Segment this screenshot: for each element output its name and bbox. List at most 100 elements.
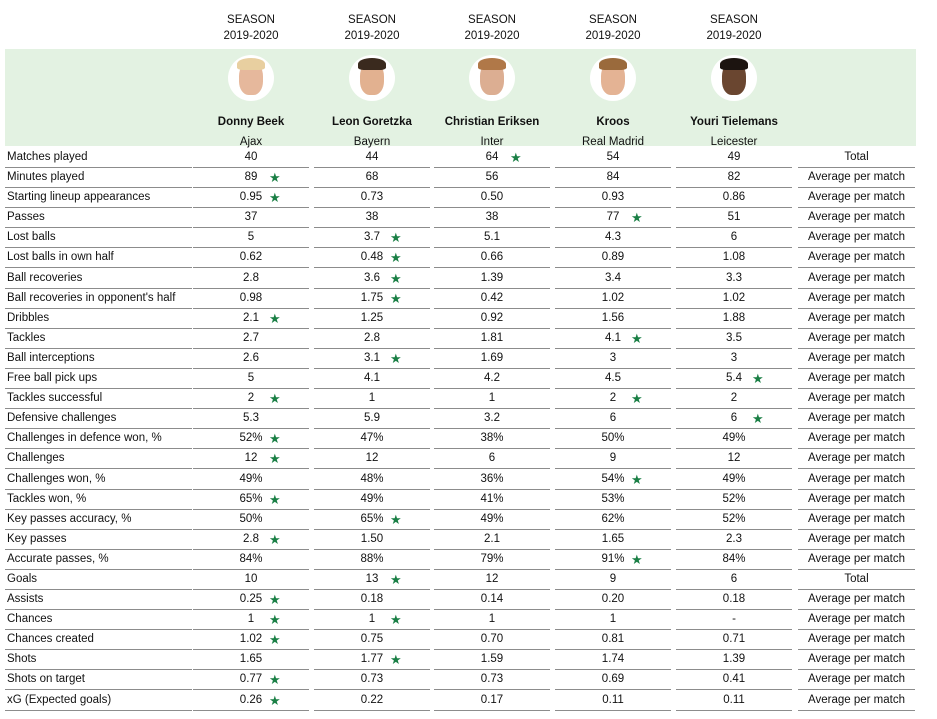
stat-value: 1 — [488, 392, 496, 405]
best-star-icon: ★ — [269, 391, 281, 407]
stat-value: 88% — [360, 552, 384, 565]
stat-value-cell: 13 ★ — [314, 570, 430, 590]
stat-value-cell: 1.39 — [676, 650, 792, 671]
stat-value-cell: 2.1 ★ — [193, 309, 309, 329]
stat-value: 1.77 — [360, 653, 384, 666]
stat-value: 4.3 — [605, 231, 621, 244]
stat-value: 0.81 — [601, 633, 625, 646]
stat-value: 10 — [244, 572, 258, 585]
player-header: Kroos Real Madrid — [558, 49, 668, 150]
stat-value: 2.6 — [243, 351, 259, 364]
stat-value-cell: 1.25 — [314, 309, 430, 329]
stat-value-cell: 1 ★ — [193, 610, 309, 631]
stat-value-cell: 9 — [555, 570, 671, 590]
stat-value-cell: 50% — [555, 429, 671, 450]
stat-value-cell: 49% — [193, 470, 309, 490]
stat-value-cell: 49% — [676, 429, 792, 450]
player-header-band: Donny Beek Ajax Leon Goretzka Bayern Christi… — [5, 49, 916, 148]
table-row: Matches played 40 44 64 ★ 54 49 Total — [5, 148, 916, 168]
season-title: SEASON — [348, 14, 396, 26]
stat-value: 54% — [601, 472, 625, 485]
stat-value-cell: 0.50 — [434, 188, 550, 209]
stat-value-cell: 36% — [434, 470, 550, 490]
stat-label: Starting lineup appearances — [5, 188, 192, 209]
stat-value: 6 — [488, 452, 496, 465]
stat-value-cell: 6 — [676, 570, 792, 590]
stat-value-cell: 1.39 — [434, 269, 550, 289]
stat-value-cell: 2 — [676, 389, 792, 410]
stat-value-cell: 5.9 — [314, 409, 430, 430]
stat-type: Average per match — [798, 691, 915, 711]
stat-value: 3.2 — [484, 412, 500, 425]
stat-value-cell: 4.2 — [434, 369, 550, 390]
stat-value-cell: 1.74 — [555, 650, 671, 671]
stat-label: Assists — [5, 590, 192, 611]
stat-label: Passes — [5, 208, 192, 229]
stat-value-cell: 0.62 — [193, 248, 309, 269]
stat-value-cell: 6 — [676, 228, 792, 249]
stat-value: 0.73 — [480, 673, 504, 686]
stat-value-cell: 9 — [555, 449, 671, 470]
stat-value: 38 — [365, 211, 379, 224]
stat-value: 2.8 — [243, 271, 259, 284]
stat-value: 0.18 — [722, 593, 746, 606]
table-row: Challenges in defence won, % 52% ★ 47% 38% 50… — [5, 429, 916, 450]
stat-value: 12 — [244, 452, 258, 465]
stat-value: 79% — [480, 552, 504, 565]
stat-value: 77 — [606, 211, 620, 224]
stat-value: 1 — [609, 613, 617, 626]
stat-value: 48% — [360, 472, 384, 485]
stat-value: 50% — [601, 432, 625, 445]
stat-label: Shots — [5, 650, 192, 671]
table-row: Goals 10 13 ★ 12 9 6 Total — [5, 570, 916, 590]
stat-value: 49 — [727, 151, 741, 163]
stat-value: 5 — [247, 372, 255, 385]
stat-value-cell: 0.18 — [314, 590, 430, 611]
stat-value: 82 — [727, 171, 741, 184]
stat-label: Key passes — [5, 530, 192, 550]
best-star-icon: ★ — [752, 371, 764, 387]
stat-value: 1.02 — [601, 291, 625, 304]
stat-value: 1.08 — [722, 251, 746, 264]
stat-value-cell: 3.4 — [555, 269, 671, 289]
player-name: Kroos — [596, 116, 630, 128]
table-row: Minutes played 89 ★ 68 56 84 82 Average per mat… — [5, 168, 916, 189]
stat-value: 12 — [727, 452, 741, 465]
season-label: SEASON 2019-2020 — [558, 12, 668, 44]
stat-value: 1.81 — [480, 331, 504, 344]
stat-value: 1.39 — [480, 271, 504, 284]
stat-label: Matches played — [5, 148, 192, 168]
best-star-icon: ★ — [269, 692, 281, 708]
stat-value-cell: 0.42 — [434, 289, 550, 309]
stat-value-cell: 3.5 — [676, 329, 792, 349]
stat-value: 0.98 — [239, 291, 263, 304]
stat-type: Average per match — [798, 490, 915, 510]
table-row: Defensive challenges 5.3 5.9 3.2 6 6 ★ Average … — [5, 409, 916, 430]
stat-type: Average per match — [798, 168, 915, 189]
best-star-icon: ★ — [390, 652, 402, 668]
stat-value-cell: 1 — [555, 610, 671, 631]
table-row: Shots 1.65 1.77 ★ 1.59 1.74 1.39 Average per ma… — [5, 650, 916, 671]
stat-value-cell: 91% ★ — [555, 550, 671, 570]
best-star-icon: ★ — [631, 391, 643, 407]
stat-label: xG (Expected goals) — [5, 691, 192, 711]
stat-value: 1.65 — [239, 653, 263, 666]
stat-value-cell: 82 — [676, 168, 792, 189]
stat-value-cell: 0.73 — [434, 670, 550, 691]
stat-value-cell: 3.3 — [676, 269, 792, 289]
stats-table: Matches played 40 44 64 ★ 54 49 Total Minutes pl… — [5, 148, 916, 711]
stat-value-cell: 64 ★ — [434, 148, 550, 168]
stat-value: 53% — [601, 492, 625, 505]
best-star-icon: ★ — [269, 310, 281, 326]
best-star-icon: ★ — [269, 170, 281, 186]
player-photo-icon — [590, 55, 636, 101]
stat-value-cell: 2.3 — [676, 530, 792, 550]
stat-value: 2 — [609, 392, 617, 405]
season-years: 2019-2020 — [464, 30, 520, 42]
stat-label: Goals — [5, 570, 192, 590]
stat-value-cell: 50% — [193, 510, 309, 530]
stat-value: 50% — [239, 512, 263, 525]
stat-value: 49% — [239, 472, 263, 485]
table-row: Shots on target 0.77 ★ 0.73 0.73 0.69 0.41 Aver… — [5, 670, 916, 691]
stat-value-cell: 56 — [434, 168, 550, 189]
